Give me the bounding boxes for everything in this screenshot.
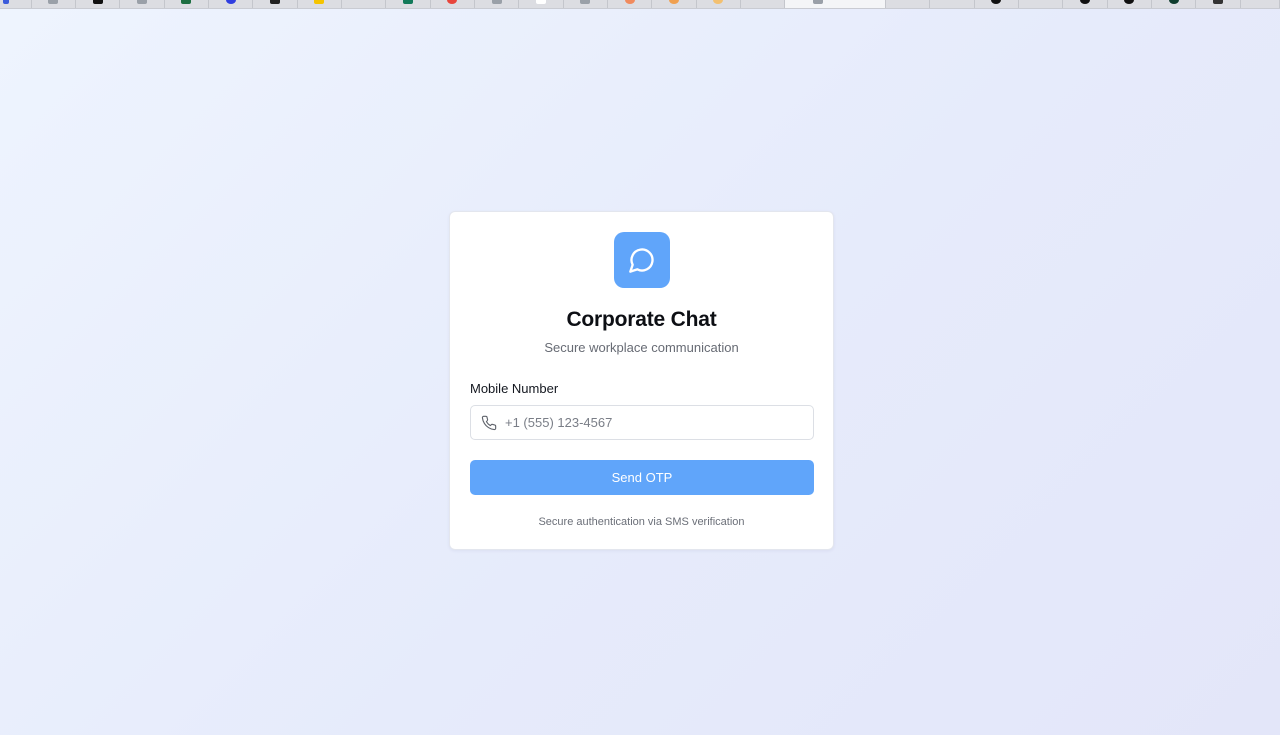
browser-tab[interactable] — [697, 0, 742, 8]
browser-tab[interactable] — [0, 0, 32, 8]
browser-tab[interactable] — [975, 0, 1019, 8]
app-subtitle: Secure workplace communication — [544, 340, 739, 355]
browser-tab[interactable] — [431, 0, 475, 8]
browser-tab[interactable] — [930, 0, 975, 8]
mobile-number-field[interactable] — [470, 405, 814, 440]
browser-tab[interactable] — [253, 0, 298, 8]
browser-tab-strip — [0, 0, 1280, 9]
browser-tab[interactable] — [741, 0, 786, 8]
send-otp-button[interactable]: Send OTP — [470, 460, 814, 495]
browser-tab[interactable] — [120, 0, 165, 8]
browser-tab[interactable] — [1019, 0, 1064, 8]
browser-tab[interactable] — [652, 0, 697, 8]
browser-tab[interactable] — [342, 0, 387, 8]
browser-tab[interactable] — [608, 0, 653, 8]
browser-tab[interactable] — [209, 0, 254, 8]
mobile-number-label: Mobile Number — [470, 381, 559, 396]
browser-tab[interactable] — [475, 0, 520, 8]
browser-tab[interactable] — [519, 0, 564, 8]
app-title: Corporate Chat — [566, 308, 717, 331]
browser-tab-active[interactable] — [785, 0, 886, 8]
browser-tab[interactable] — [298, 0, 342, 8]
phone-icon — [481, 415, 497, 431]
browser-tab[interactable] — [1108, 0, 1152, 8]
mobile-number-input[interactable] — [505, 406, 805, 439]
browser-tab[interactable] — [1241, 0, 1280, 8]
browser-tab[interactable] — [165, 0, 209, 8]
browser-tab[interactable] — [386, 0, 431, 8]
browser-tab[interactable] — [1152, 0, 1197, 8]
login-card: Corporate Chat Secure workplace communic… — [449, 211, 834, 550]
browser-tab[interactable] — [76, 0, 121, 8]
browser-tab[interactable] — [886, 0, 931, 8]
browser-tab[interactable] — [564, 0, 608, 8]
browser-tab[interactable] — [1196, 0, 1241, 8]
sms-verification-note: Secure authentication via SMS verificati… — [538, 516, 745, 528]
browser-tab[interactable] — [32, 0, 76, 8]
chat-bubble-icon — [614, 232, 670, 288]
browser-tab[interactable] — [1063, 0, 1108, 8]
